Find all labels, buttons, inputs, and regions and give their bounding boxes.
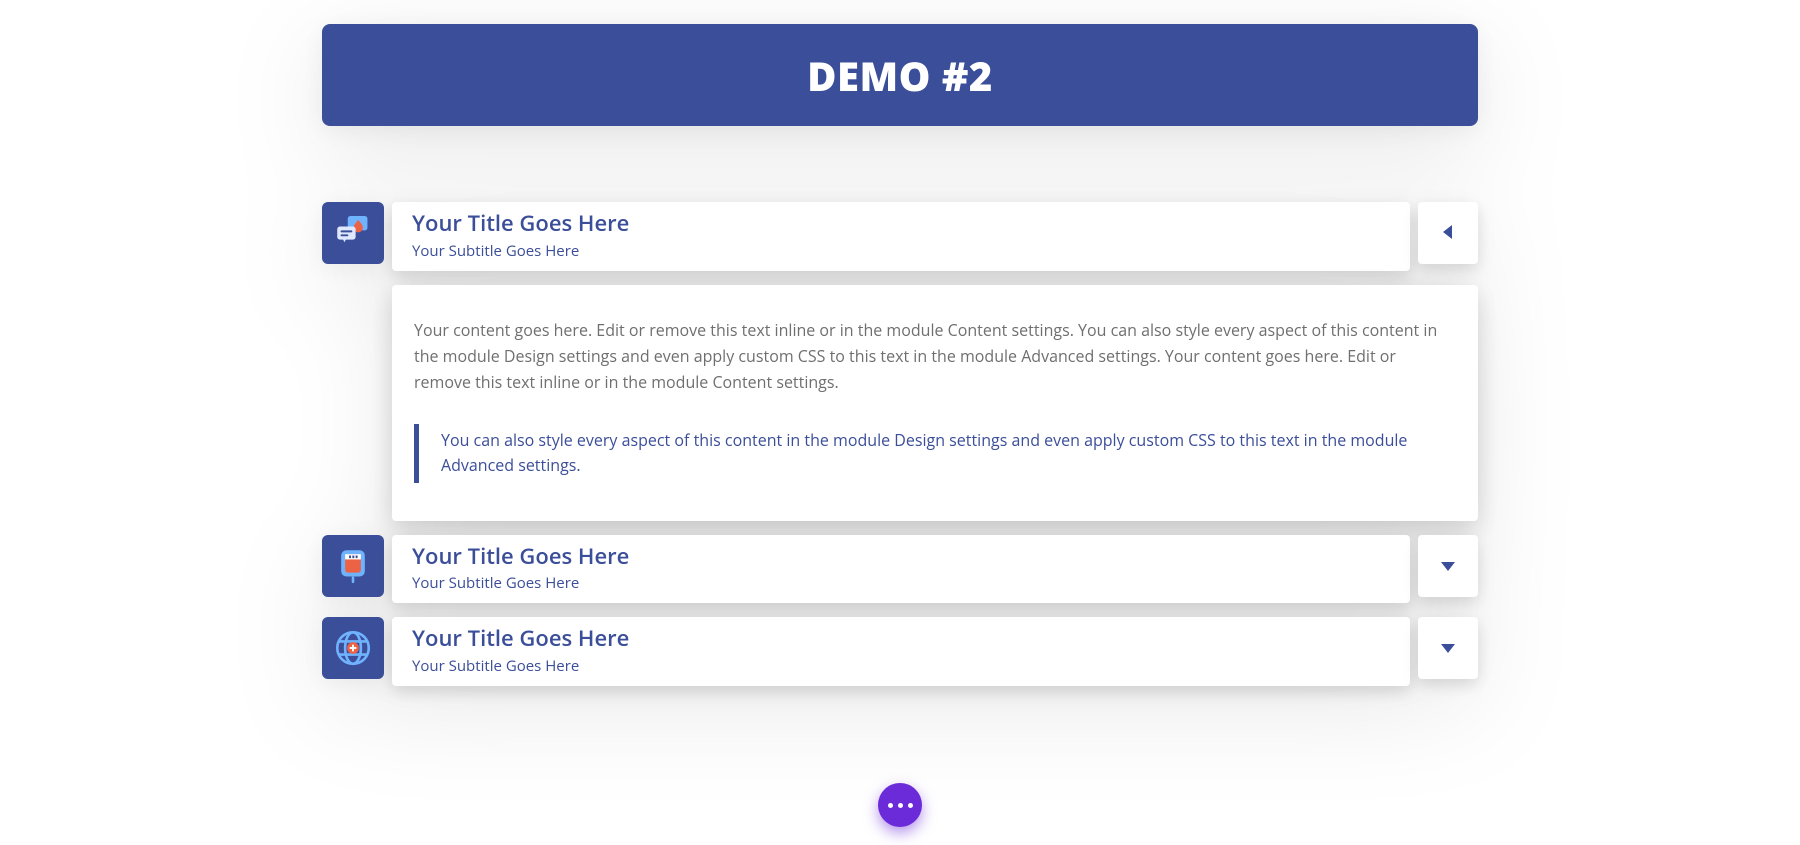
accordion-list: Your Title Goes Here Your Subtitle Goes … bbox=[322, 202, 1478, 686]
accordion-toggle[interactable] bbox=[1418, 617, 1478, 679]
page-header: DEMO #2 bbox=[322, 24, 1478, 126]
accordion-header[interactable]: Your Title Goes Here Your Subtitle Goes … bbox=[392, 617, 1410, 686]
chat-drop-icon bbox=[322, 202, 384, 264]
accordion-item: Your Title Goes Here Your Subtitle Goes … bbox=[322, 617, 1478, 686]
accordion-toggle[interactable] bbox=[1418, 202, 1478, 264]
accordion-subtitle: Your Subtitle Goes Here bbox=[412, 656, 1390, 676]
chevron-down-icon bbox=[1441, 555, 1455, 577]
globe-medical-icon bbox=[322, 617, 384, 679]
accordion-quote: You can also style every aspect of this … bbox=[414, 424, 1456, 483]
accordion-title: Your Title Goes Here bbox=[412, 210, 1390, 238]
chevron-down-icon bbox=[1441, 637, 1455, 659]
chevron-left-icon bbox=[1442, 222, 1454, 244]
accordion-header[interactable]: Your Title Goes Here Your Subtitle Goes … bbox=[392, 202, 1410, 271]
dot-icon bbox=[888, 803, 893, 808]
accordion-subtitle: Your Subtitle Goes Here bbox=[412, 241, 1390, 261]
accordion-subtitle: Your Subtitle Goes Here bbox=[412, 573, 1390, 593]
accordion-title: Your Title Goes Here bbox=[412, 625, 1390, 653]
more-actions-button[interactable] bbox=[878, 783, 922, 827]
blood-bag-icon bbox=[322, 535, 384, 597]
page-title: DEMO #2 bbox=[807, 48, 993, 103]
accordion-toggle[interactable] bbox=[1418, 535, 1478, 597]
accordion-title: Your Title Goes Here bbox=[412, 543, 1390, 571]
accordion-item: Your Title Goes Here Your Subtitle Goes … bbox=[322, 535, 1478, 604]
dot-icon bbox=[898, 803, 903, 808]
accordion-body-text: Your content goes here. Edit or remove t… bbox=[414, 317, 1456, 396]
dot-icon bbox=[908, 803, 913, 808]
accordion-body: Your content goes here. Edit or remove t… bbox=[392, 285, 1478, 521]
accordion-header[interactable]: Your Title Goes Here Your Subtitle Goes … bbox=[392, 535, 1410, 604]
accordion-item: Your Title Goes Here Your Subtitle Goes … bbox=[322, 202, 1478, 521]
